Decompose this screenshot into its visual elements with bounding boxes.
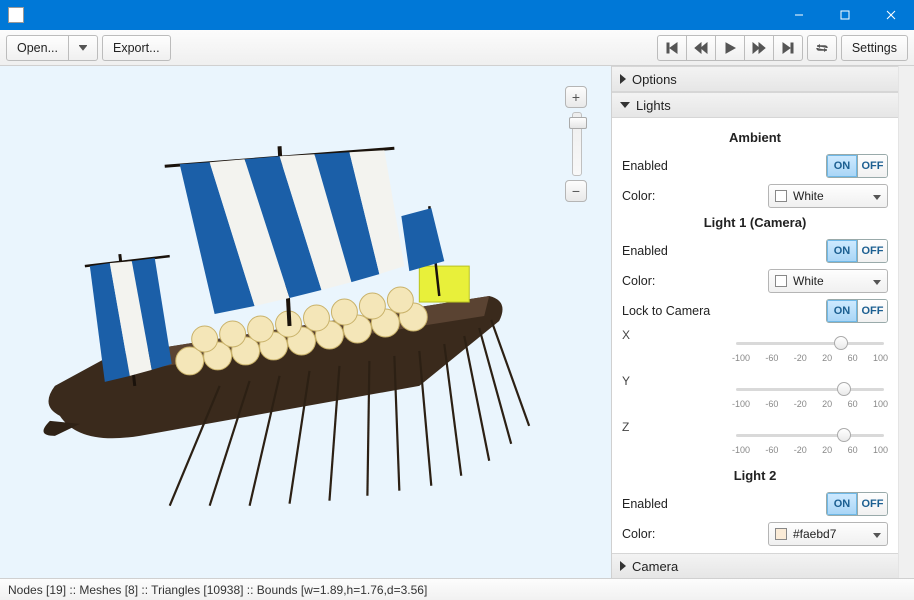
model-render	[0, 66, 611, 578]
minimize-button[interactable]	[776, 0, 822, 30]
ambient-color-select[interactable]: White	[768, 184, 888, 208]
color-swatch	[775, 190, 787, 202]
skip-start-button[interactable]	[657, 35, 687, 61]
light1-y-slider[interactable]	[732, 381, 888, 397]
light1-x-slider[interactable]	[732, 335, 888, 351]
light2-enabled-label: Enabled	[622, 497, 826, 511]
light1-title: Light 1 (Camera)	[622, 211, 888, 236]
light2-enabled-toggle[interactable]: ON OFF	[826, 492, 888, 516]
export-button[interactable]: Export...	[102, 35, 171, 61]
light1-lock-label: Lock to Camera	[622, 304, 826, 318]
light1-z-label: Z	[622, 418, 732, 434]
color-swatch	[775, 275, 787, 287]
playback-controls	[657, 35, 803, 61]
settings-button[interactable]: Settings	[841, 35, 908, 61]
slider-ticks: -100-60-202060100	[732, 351, 888, 363]
close-button[interactable]	[868, 0, 914, 30]
color-name: White	[793, 274, 824, 288]
light2-color-select[interactable]: #faebd7	[768, 522, 888, 546]
chevron-right-icon	[620, 74, 626, 84]
camera-section-header[interactable]: Camera	[612, 553, 898, 578]
toggle-on[interactable]: ON	[827, 155, 857, 177]
zoom-slider[interactable]	[572, 112, 582, 176]
skip-end-button[interactable]	[773, 35, 803, 61]
light1-y-label: Y	[622, 372, 732, 388]
light1-enabled-toggle[interactable]: ON OFF	[826, 239, 888, 263]
color-name: White	[793, 189, 824, 203]
chevron-down-icon	[873, 527, 881, 541]
status-text: Nodes [19] :: Meshes [8] :: Triangles [1…	[8, 583, 427, 597]
rewind-button[interactable]	[686, 35, 716, 61]
window-controls	[776, 0, 914, 30]
options-label: Options	[632, 72, 677, 87]
open-dropdown-button[interactable]	[68, 35, 98, 61]
app-icon	[8, 7, 24, 23]
light1-enabled-label: Enabled	[622, 244, 826, 258]
ambient-color-label: Color:	[622, 189, 768, 203]
light1-x-label: X	[622, 326, 732, 342]
lights-panel: Ambient Enabled ON OFF Color: White	[612, 118, 898, 553]
toggle-off[interactable]: OFF	[857, 155, 887, 177]
light1-lock-toggle[interactable]: ON OFF	[826, 299, 888, 323]
open-button[interactable]: Open...	[6, 35, 69, 61]
ambient-title: Ambient	[622, 126, 888, 151]
color-swatch	[775, 528, 787, 540]
play-button[interactable]	[715, 35, 745, 61]
chevron-right-icon	[620, 561, 626, 571]
toggle-off[interactable]: OFF	[857, 493, 887, 515]
toggle-on[interactable]: ON	[827, 493, 857, 515]
toolbar: Open... Export... Settings	[0, 30, 914, 66]
chevron-down-icon	[873, 274, 881, 288]
light1-color-select[interactable]: White	[768, 269, 888, 293]
fast-forward-button[interactable]	[744, 35, 774, 61]
zoom-in-button[interactable]: +	[565, 86, 587, 108]
ambient-enabled-toggle[interactable]: ON OFF	[826, 154, 888, 178]
light2-color-label: Color:	[622, 527, 768, 541]
zoom-out-button[interactable]: −	[565, 180, 587, 202]
chevron-down-icon	[620, 102, 630, 108]
light1-color-label: Color:	[622, 274, 768, 288]
slider-ticks: -100-60-202060100	[732, 397, 888, 409]
title-bar	[0, 0, 914, 30]
light1-z-slider[interactable]	[732, 427, 888, 443]
toggle-off[interactable]: OFF	[857, 300, 887, 322]
zoom-thumb[interactable]	[569, 117, 587, 129]
maximize-button[interactable]	[822, 0, 868, 30]
options-section-header[interactable]: Options	[612, 66, 898, 92]
toggle-on[interactable]: ON	[827, 300, 857, 322]
lights-label: Lights	[636, 98, 671, 113]
chevron-down-icon	[873, 189, 881, 203]
loop-button[interactable]	[807, 35, 837, 61]
toggle-off[interactable]: OFF	[857, 240, 887, 262]
color-name: #faebd7	[793, 527, 836, 541]
inspector-panel: Options Lights Ambient Enabled ON OFF Co…	[612, 66, 914, 578]
status-bar: Nodes [19] :: Meshes [8] :: Triangles [1…	[0, 578, 914, 600]
ambient-enabled-label: Enabled	[622, 159, 826, 173]
zoom-control: + −	[565, 86, 589, 202]
slider-ticks: -100-60-202060100	[732, 443, 888, 455]
lights-section-header[interactable]: Lights	[612, 92, 898, 118]
camera-label: Camera	[632, 559, 678, 574]
light2-title: Light 2	[622, 464, 888, 489]
viewport-3d[interactable]: + −	[0, 66, 612, 578]
toggle-on[interactable]: ON	[827, 240, 857, 262]
scrollbar[interactable]	[898, 66, 914, 578]
